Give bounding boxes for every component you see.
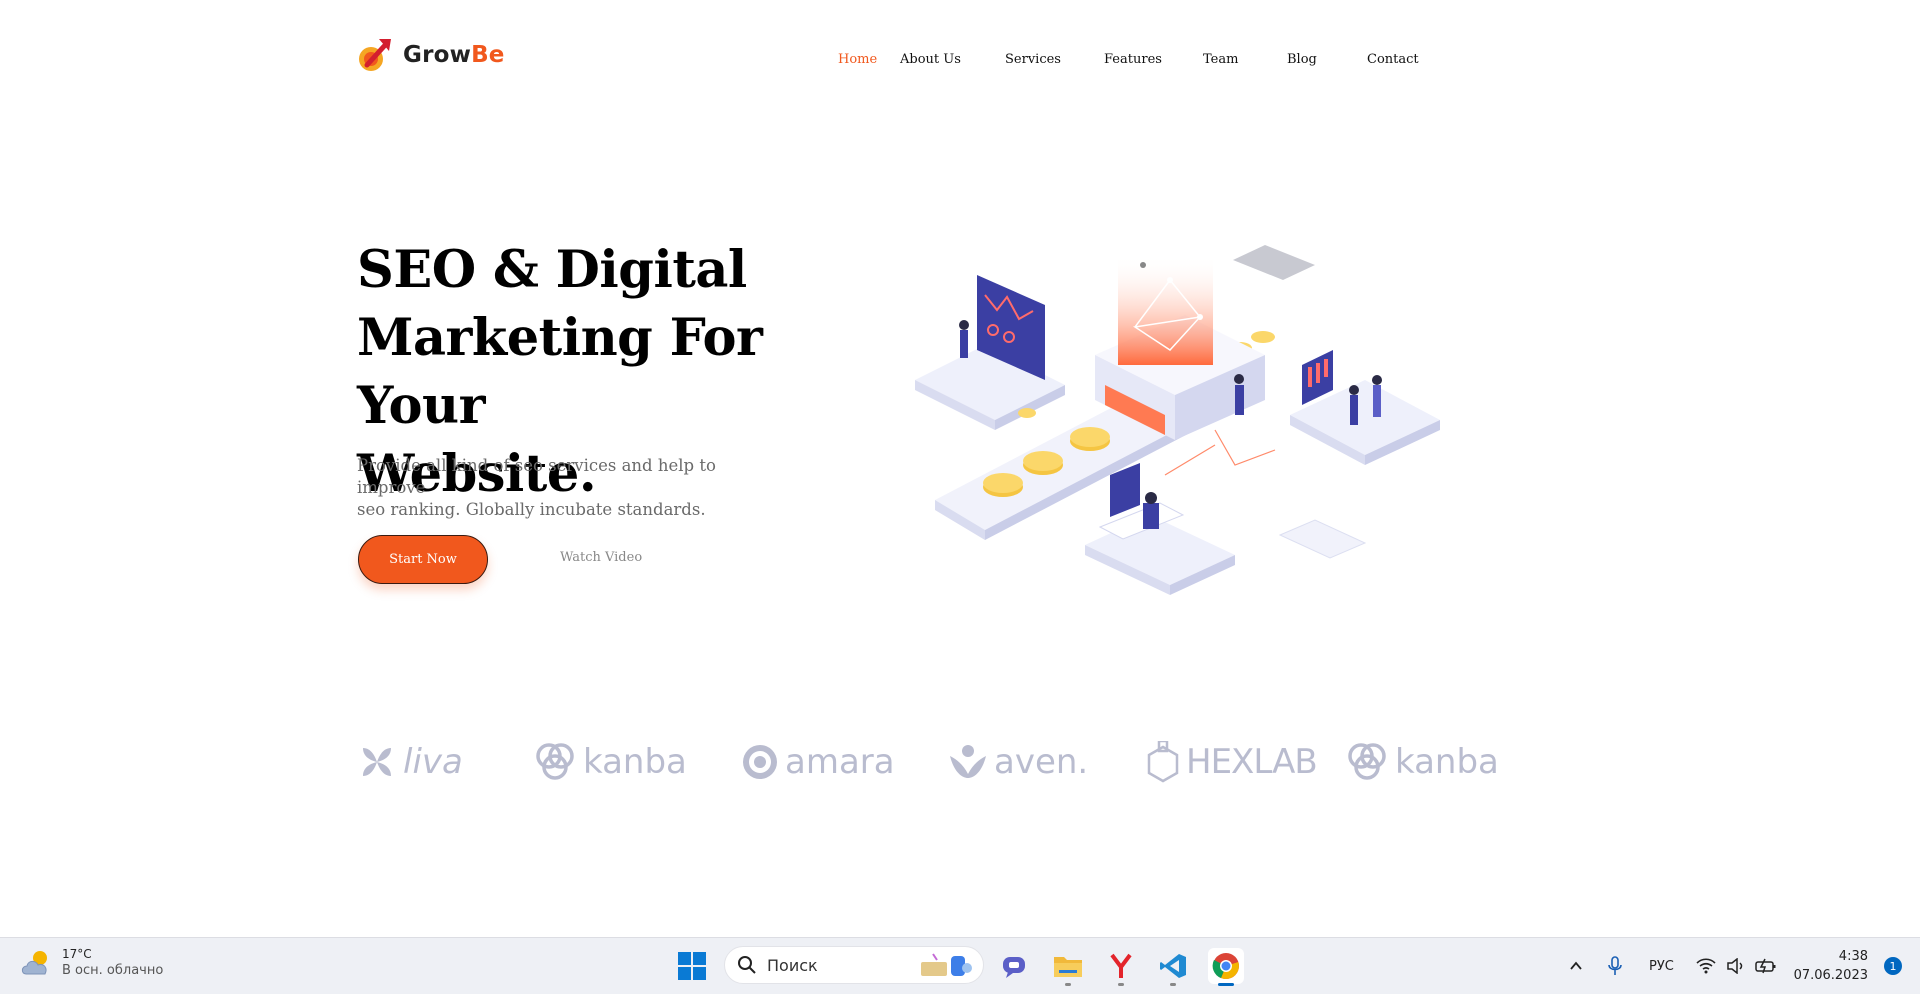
speaker-icon — [1727, 958, 1743, 974]
tray-language[interactable]: РУС — [1649, 938, 1674, 994]
nav-blog[interactable]: Blog — [1287, 52, 1317, 67]
hexlab-logo-icon — [1147, 741, 1179, 783]
search-placeholder: Поиск — [767, 955, 818, 975]
aven-logo-icon — [950, 745, 986, 778]
brand-kanba-2-text: kanba — [1395, 742, 1499, 782]
chrome-icon — [1212, 953, 1239, 979]
hero-description: Provide all kind of seo services and hel… — [357, 455, 777, 521]
logo-text-grow: Grow — [403, 42, 472, 68]
battery-charging-icon — [1755, 958, 1776, 974]
brand-kanba-2: kanba — [1345, 738, 1499, 786]
active-indicator — [1218, 983, 1234, 986]
nav-features[interactable]: Features — [1104, 52, 1162, 67]
brand-liva: liva — [357, 738, 463, 786]
taskbar-clock[interactable]: 4:38 07.06.2023 — [1794, 947, 1868, 985]
yandex-icon — [1110, 953, 1132, 978]
hero-description-line2: seo ranking. Globally incubate standards… — [357, 500, 706, 519]
brand-hexlab: HEXLAB — [1146, 738, 1318, 786]
cloudy-sun-icon — [21, 951, 47, 975]
tray-volume[interactable] — [1726, 938, 1746, 994]
wifi-icon — [1696, 958, 1716, 974]
taskbar-search[interactable]: Поиск — [724, 946, 984, 984]
brand-kanba: kanba — [533, 738, 687, 786]
windows-logo-icon — [678, 952, 706, 980]
brand-hexlab-text: HEXLAB — [1186, 742, 1318, 782]
liva-logo-icon — [363, 748, 391, 776]
taskbar-vscode[interactable] — [1155, 948, 1191, 986]
kanba-logo-icon — [536, 743, 574, 780]
language-indicator: РУС — [1649, 958, 1674, 974]
tray-battery[interactable] — [1755, 938, 1777, 994]
nav-services[interactable]: Services — [1005, 52, 1061, 67]
clock-time: 4:38 — [1838, 949, 1868, 964]
weather-widget[interactable]: 17°C В осн. облачно — [20, 946, 163, 980]
folder-icon — [1054, 957, 1082, 977]
start-now-button[interactable]: Start Now — [358, 535, 488, 584]
taskbar-file-explorer[interactable] — [1050, 948, 1086, 986]
logo-text: GrowBe — [403, 42, 505, 68]
brand-amara-text: amara — [785, 742, 895, 782]
hero-description-line1: Provide all kind of seo services and hel… — [357, 456, 716, 497]
nav-home[interactable]: Home — [838, 52, 877, 67]
running-indicator — [1118, 983, 1124, 986]
taskbar-chrome[interactable] — [1208, 948, 1244, 986]
taskbar-yandex-browser[interactable] — [1103, 948, 1139, 986]
windows-taskbar: 17°C В осн. облачно Поиск РУС 4:38 07.06… — [0, 937, 1920, 994]
brand-kanba-text: kanba — [583, 742, 687, 782]
growbe-logo-icon — [359, 39, 391, 71]
start-button[interactable] — [674, 948, 710, 984]
microphone-icon — [1608, 956, 1622, 975]
nav-team[interactable]: Team — [1203, 52, 1238, 67]
logo-text-be: Be — [471, 42, 505, 68]
vscode-icon — [1160, 954, 1186, 978]
nav-about-us[interactable]: About Us — [900, 52, 961, 67]
hero-title-line1: SEO & Digital — [357, 240, 747, 300]
brand-liva-text: liva — [403, 742, 463, 782]
watch-video-link[interactable]: Watch Video — [560, 550, 642, 565]
tray-microphone[interactable] — [1607, 938, 1623, 994]
brand-amara: amara — [741, 738, 895, 786]
site-logo[interactable]: GrowBe — [357, 35, 505, 75]
weather-temperature: 17°C — [62, 947, 92, 961]
clock-date: 07.06.2023 — [1793, 968, 1868, 983]
amara-logo-icon — [743, 745, 777, 779]
tray-overflow[interactable] — [1568, 938, 1584, 994]
nav-contact[interactable]: Contact — [1367, 52, 1419, 67]
search-icon — [738, 956, 756, 974]
running-indicator — [1170, 983, 1176, 986]
brand-aven: aven. — [948, 738, 1088, 786]
brand-aven-text: aven. — [994, 742, 1089, 782]
kanba-logo-icon — [1348, 743, 1386, 780]
running-indicator — [1065, 983, 1071, 986]
hero-title-line2: Marketing For Your — [357, 308, 763, 436]
teams-chat-icon — [1003, 957, 1025, 978]
weather-description: В осн. облачно — [62, 963, 164, 978]
chevron-up-icon — [1570, 961, 1582, 970]
notification-badge[interactable]: 1 — [1884, 957, 1902, 975]
tray-network[interactable] — [1696, 938, 1716, 994]
seo-isometric-illustration — [915, 245, 1440, 595]
search-highlight-icon — [921, 953, 972, 976]
taskbar-chat[interactable] — [996, 948, 1032, 984]
